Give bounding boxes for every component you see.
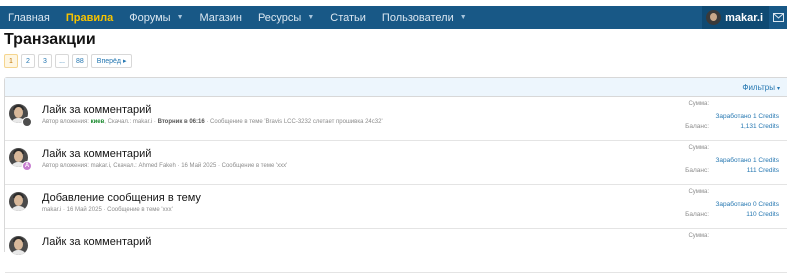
meta-thread-link[interactable]: · Сообщение в теме 'xxx' bbox=[216, 163, 287, 169]
page-2-button[interactable]: 2 bbox=[21, 54, 35, 68]
page-1-button[interactable]: 1 bbox=[4, 54, 18, 68]
user-area: makar.i bbox=[702, 6, 787, 29]
nav-item-rules[interactable]: Правила bbox=[58, 6, 121, 29]
amount-label: Сумма: bbox=[688, 233, 709, 239]
avatar bbox=[706, 10, 722, 25]
nav-item-home[interactable]: Главная bbox=[0, 6, 58, 29]
meta-thread-link[interactable]: · Сообщение в теме 'Bravis LCC-3232 слет… bbox=[205, 119, 382, 125]
chevron-down-icon[interactable]: ▼ bbox=[460, 14, 467, 21]
nav-item-label: Форумы bbox=[129, 11, 171, 24]
amount-label: Сумма: bbox=[688, 189, 709, 195]
nav-item-label: Ресурсы bbox=[257, 11, 302, 24]
balance-label: Баланс: bbox=[685, 123, 709, 130]
meta-thread-link[interactable]: · Сообщение в теме 'xxx' bbox=[102, 207, 172, 213]
transaction-title[interactable]: Добавление сообщения в тему bbox=[42, 192, 201, 204]
meta-prefix: Автор вложения: makar.i, Скачал.: Ahmed … bbox=[42, 163, 182, 169]
balance-value: 110 Credits bbox=[746, 211, 779, 218]
nav-item-articles[interactable]: Статьи bbox=[322, 6, 374, 29]
earned-value: Заработано 0 Credits bbox=[715, 201, 779, 208]
next-page-button[interactable]: Вперёд ▸ bbox=[90, 54, 133, 68]
avatar[interactable] bbox=[9, 192, 28, 211]
nav-item-shop[interactable]: Магазин bbox=[192, 6, 250, 29]
meta-date: 16 Май 2025 bbox=[181, 163, 217, 169]
transaction-meta: Автор вложения: киев, Скачал.: makar.i ·… bbox=[42, 119, 383, 125]
nav-item-label: Статьи bbox=[330, 11, 366, 24]
filters-button[interactable]: Фильтры ▾ bbox=[742, 83, 780, 92]
balance-label: Баланс: bbox=[685, 167, 709, 174]
nav-item-resources[interactable]: Ресурсы ▼ bbox=[250, 6, 322, 29]
transaction-meta: Автор вложения: makar.i, Скачал.: Ahmed … bbox=[42, 163, 287, 169]
pagination: 1 2 3 ... 88 Вперёд ▸ bbox=[4, 54, 135, 68]
list-item: Лайк за комментарий Сумма: bbox=[5, 229, 787, 273]
balance-label: Баланс: bbox=[685, 211, 709, 218]
nav-item-label: Правила bbox=[65, 11, 114, 24]
amount-label: Сумма: bbox=[688, 101, 709, 107]
nav-item-members[interactable]: Пользователи ▼ bbox=[374, 6, 475, 29]
transaction-title[interactable]: Лайк за комментарий bbox=[42, 148, 151, 160]
chevron-down-icon: ▾ bbox=[776, 85, 780, 92]
page-title: Транзакции bbox=[4, 31, 96, 48]
user-badge[interactable]: A bbox=[22, 161, 32, 171]
avatar[interactable] bbox=[9, 236, 28, 255]
balance-value: 111 Credits bbox=[746, 167, 779, 174]
nav-item-label: Главная bbox=[8, 11, 50, 24]
account-menu-link[interactable]: makar.i bbox=[702, 6, 769, 29]
transactions-list: Фильтры ▾ Лайк за комментарий Автор вложе… bbox=[4, 77, 787, 273]
meta-date: 16 Май 2025 bbox=[66, 207, 102, 213]
nav-item-label: Пользователи bbox=[381, 11, 454, 24]
meta-rest: , Скачал.: makar.i · bbox=[104, 119, 158, 125]
meta-prefix: Автор вложения: bbox=[42, 119, 91, 125]
transaction-title[interactable]: Лайк за комментарий bbox=[42, 104, 151, 116]
nav-item-label: Магазин bbox=[199, 11, 242, 24]
page-last-button[interactable]: 88 bbox=[72, 54, 88, 68]
mail-icon[interactable] bbox=[769, 6, 787, 29]
filters-label: Фильтры bbox=[742, 82, 775, 92]
main-navigation: Главная Правила Форумы ▼ Магазин Ресурсы ▼… bbox=[0, 6, 787, 29]
transaction-title[interactable]: Лайк за комментарий bbox=[42, 236, 151, 248]
meta-date: Вторник в 06:16 bbox=[157, 119, 205, 125]
earned-value: Заработано 1 Credits bbox=[715, 157, 779, 164]
meta-author-link[interactable]: киев bbox=[91, 119, 105, 125]
nav-item-forums[interactable]: Форумы ▼ bbox=[121, 6, 191, 29]
chevron-down-icon[interactable]: ▼ bbox=[307, 14, 314, 21]
list-item: Добавление сообщения в тему makar.i · 16… bbox=[5, 185, 787, 229]
meta-prefix: makar.i · bbox=[42, 207, 67, 213]
filter-bar: Фильтры ▾ bbox=[5, 78, 787, 97]
page-jump-button[interactable]: ... bbox=[55, 54, 69, 68]
balance-value: 1,131 Credits bbox=[740, 123, 779, 130]
page-3-button[interactable]: 3 bbox=[38, 54, 52, 68]
username: makar.i bbox=[725, 11, 763, 24]
transaction-meta: makar.i · 16 Май 2025 · Сообщение в теме… bbox=[42, 207, 173, 213]
earned-value: Заработано 1 Credits bbox=[715, 113, 779, 120]
list-item: Лайк за комментарий Автор вложения: киев… bbox=[5, 97, 787, 141]
amount-label: Сумма: bbox=[688, 145, 709, 151]
chevron-down-icon[interactable]: ▼ bbox=[177, 14, 184, 21]
list-item: A Лайк за комментарий Автор вложения: ma… bbox=[5, 141, 787, 185]
user-badge[interactable] bbox=[22, 117, 32, 127]
